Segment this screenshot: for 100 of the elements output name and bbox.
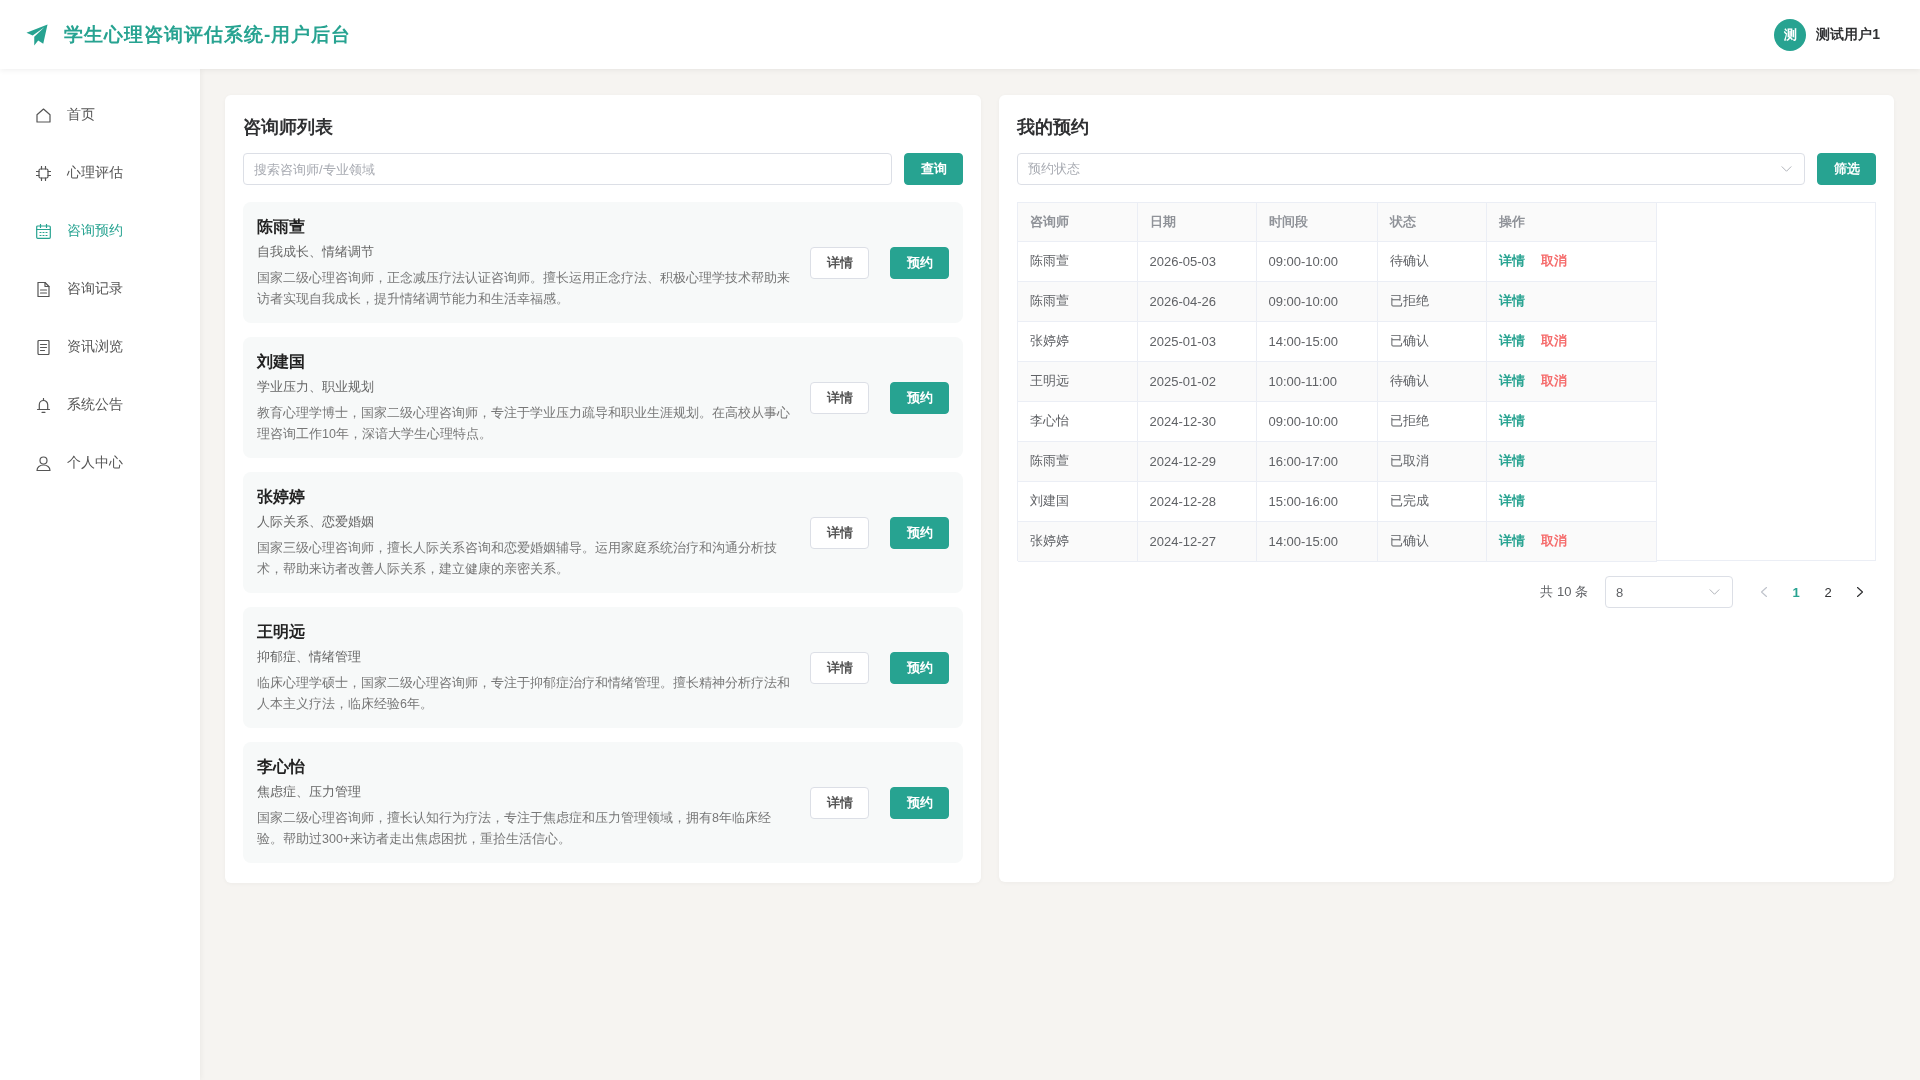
table-cell: 已完成 <box>1377 481 1486 521</box>
counselor-name: 张婷婷 <box>257 486 306 507</box>
chevron-right-icon <box>1857 587 1863 597</box>
table-cell: 2024-12-27 <box>1137 521 1256 561</box>
table-cell: 09:00-10:00 <box>1256 281 1377 321</box>
cancel-link[interactable]: 取消 <box>1540 532 1567 550</box>
table-cell: 已拒绝 <box>1377 401 1486 441</box>
total-count: 共 10 条 <box>1540 583 1588 601</box>
panel-title: 我的预约 <box>1017 116 1090 139</box>
table-cell: 已取消 <box>1377 441 1486 481</box>
nav-item[interactable]: 首页 <box>0 86 200 144</box>
table-cell: 2025-01-03 <box>1137 321 1256 361</box>
column-header: 操作 <box>1486 203 1656 241</box>
counselor-specialties: 自我成长、情绪调节 <box>257 242 375 261</box>
table-cell: 2025-01-02 <box>1137 361 1256 401</box>
page-size-select[interactable]: 8 <box>1605 576 1733 608</box>
filter-button[interactable]: 筛选 <box>1817 153 1876 185</box>
detail-link[interactable]: 详情 <box>1498 412 1525 430</box>
counselor-bio: 教育心理学博士，国家二级心理咨询师，专注于学业压力疏导和职业生涯规划。在高校从事心理咨询工作10年，深谙大学生心理特点。 <box>257 404 791 443</box>
detail-link[interactable]: 详情 <box>1498 492 1525 510</box>
table-cell: 陈雨萱 <box>1018 281 1137 321</box>
nav-item[interactable]: 资讯浏览 <box>0 318 200 376</box>
counselor-specialties: 人际关系、恋爱婚姻 <box>257 512 375 531</box>
counselor-specialties: 焦虑症、压力管理 <box>257 782 362 801</box>
column-header: 咨询师 <box>1018 203 1137 241</box>
nav-item[interactable]: 个人中心 <box>0 434 200 492</box>
table-cell: 16:00-17:00 <box>1256 441 1377 481</box>
table-cell: 15:00-16:00 <box>1256 481 1377 521</box>
detail-button[interactable]: 详情 <box>810 516 869 549</box>
detail-link[interactable]: 详情 <box>1498 372 1525 390</box>
counselor-name: 王明远 <box>257 621 306 642</box>
table-cell: 2026-04-26 <box>1137 281 1256 321</box>
table-cell: 刘建国 <box>1018 481 1137 521</box>
table-cell: 张婷婷 <box>1018 521 1137 561</box>
page-button[interactable]: 1 <box>1780 576 1812 608</box>
table-cell: 2024-12-28 <box>1137 481 1256 521</box>
user-avatar[interactable]: 测 <box>1774 18 1807 51</box>
table-cell: 已确认 <box>1377 521 1486 561</box>
counselor-name: 刘建国 <box>257 351 306 372</box>
panel-title: 咨询师列表 <box>243 116 334 139</box>
table-cell: 10:00-11:00 <box>1256 361 1377 401</box>
book-button[interactable]: 预约 <box>890 651 949 684</box>
detail-link[interactable]: 详情 <box>1498 252 1525 270</box>
user-icon <box>36 455 51 471</box>
counselor-bio: 国家二级心理咨询师，擅长认知行为疗法，专注于焦虑症和压力管理领域，拥有8年临床经验。帮助过300+来访者走出焦虑困扰，重拾生活信心。 <box>257 809 772 848</box>
counselor-name: 李心怡 <box>257 756 306 777</box>
table-cell: 2024-12-30 <box>1137 401 1256 441</box>
table-cell: 09:00-10:00 <box>1256 401 1377 441</box>
detail-link[interactable]: 详情 <box>1498 452 1525 470</box>
table-cell: 已拒绝 <box>1377 281 1486 321</box>
detail-button[interactable]: 详情 <box>810 246 869 279</box>
caret-icon <box>1709 589 1720 595</box>
bell-icon <box>36 397 51 413</box>
table-cell: 09:00-10:00 <box>1256 241 1377 281</box>
table-cell: 张婷婷 <box>1018 321 1137 361</box>
user-name[interactable]: 测试用户1 <box>1816 25 1880 44</box>
book-button[interactable]: 预约 <box>890 381 949 414</box>
cancel-link[interactable]: 取消 <box>1540 372 1567 390</box>
book-button[interactable]: 预约 <box>890 516 949 549</box>
search-button[interactable]: 查询 <box>904 153 963 185</box>
column-header: 时间段 <box>1256 203 1377 241</box>
table-cell: 2026-05-03 <box>1137 241 1256 281</box>
table-cell: 14:00-15:00 <box>1256 521 1377 561</box>
table-cell: 2024-12-29 <box>1137 441 1256 481</box>
detail-link[interactable]: 详情 <box>1498 332 1525 350</box>
book-button[interactable]: 预约 <box>890 786 949 819</box>
table-cell: 陈雨萱 <box>1018 241 1137 281</box>
page-button[interactable]: 2 <box>1812 576 1844 608</box>
table-cell: 14:00-15:00 <box>1256 321 1377 361</box>
paper-plane-icon <box>26 23 48 46</box>
column-header: 日期 <box>1137 203 1256 241</box>
detail-button[interactable]: 详情 <box>810 381 869 414</box>
table-cell: 陈雨萱 <box>1018 441 1137 481</box>
nav-item[interactable]: 心理评估 <box>0 144 200 202</box>
cancel-link[interactable]: 取消 <box>1540 332 1567 350</box>
counselor-bio: 临床心理学硕士，国家二级心理咨询师，专注于抑郁症治疗和情绪管理。擅长精神分析疗法和人本主义疗法，临床经验6年。 <box>257 674 791 713</box>
table-cell: 待确认 <box>1377 361 1486 401</box>
caret-icon <box>1781 166 1792 172</box>
chevron-left-icon <box>1761 587 1767 597</box>
counselor-bio: 国家三级心理咨询师，擅长人际关系咨询和恋爱婚姻辅导。运用家庭系统治疗和沟通分析技术，帮助来访者改善人际关系，建立健康的亲密关系。 <box>257 539 778 578</box>
chip-icon <box>36 165 51 181</box>
cancel-link[interactable]: 取消 <box>1540 252 1567 270</box>
status-select[interactable]: 预约状态 <box>1017 153 1805 185</box>
nav-item[interactable]: 咨询记录 <box>0 260 200 318</box>
detail-link[interactable]: 详情 <box>1498 292 1525 310</box>
list-document-icon <box>36 339 51 355</box>
search-field[interactable]: 搜索咨询师/专业领域 <box>243 153 892 185</box>
calendar-icon <box>36 223 51 239</box>
nav-item[interactable]: 咨询预约 <box>0 202 200 260</box>
book-button[interactable]: 预约 <box>890 246 949 279</box>
detail-button[interactable]: 详情 <box>810 651 869 684</box>
detail-link[interactable]: 详情 <box>1498 532 1525 550</box>
nav-item[interactable]: 系统公告 <box>0 376 200 434</box>
document-icon <box>36 281 51 297</box>
column-header: 状态 <box>1377 203 1486 241</box>
app-title: 学生心理咨询评估系统-用户后台 <box>64 22 352 47</box>
counselor-specialties: 学业压力、职业规划 <box>257 377 375 396</box>
table-cell: 李心怡 <box>1018 401 1137 441</box>
home-icon <box>36 107 51 123</box>
detail-button[interactable]: 详情 <box>810 786 869 819</box>
